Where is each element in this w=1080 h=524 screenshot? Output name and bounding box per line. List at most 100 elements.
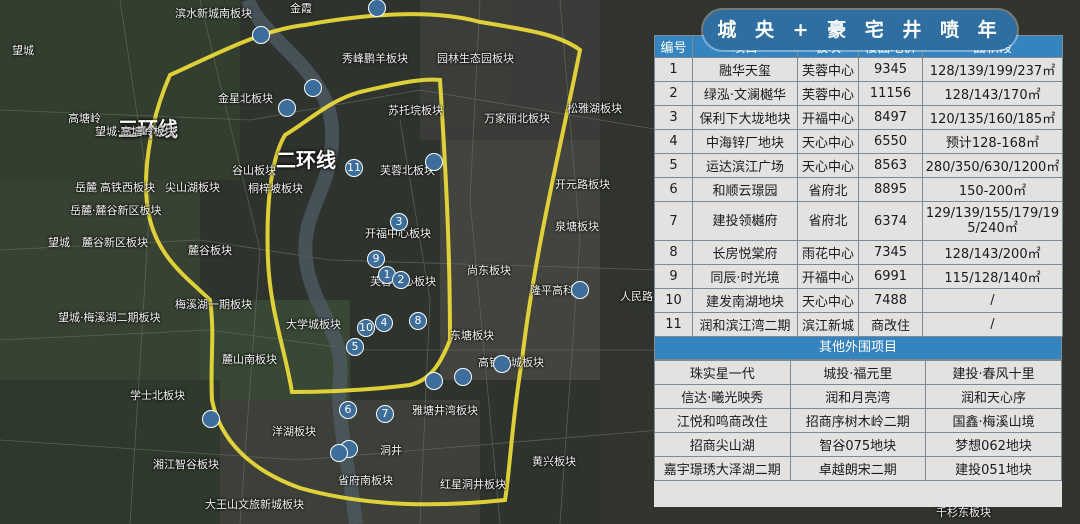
table-cell: 城投·福元里 <box>789 360 927 385</box>
district-label: 松雅湖板块 <box>567 102 622 115</box>
project-marker-3[interactable]: 3 <box>390 213 408 231</box>
district-label: 岳麓·麓谷新区板块 <box>70 204 162 217</box>
table-cell: 5 <box>654 153 693 178</box>
district-label: 泉塘板块 <box>555 220 599 233</box>
table-row: 3 保利下大垅地块 开福中心 8497 120/135/160/185㎡ <box>654 105 1063 130</box>
table-cell: 滨江新城 <box>797 312 859 337</box>
other-projects-header: 其他外围项目 <box>654 337 1062 360</box>
table-cell: 芙蓉中心 <box>797 81 859 106</box>
district-label: 桐梓坡板块 <box>248 182 303 195</box>
table-cell: 运达滨江广场 <box>692 153 798 178</box>
table-cell: 120/135/160/185㎡ <box>922 105 1063 130</box>
district-label: 人民路 <box>620 290 653 303</box>
table-row: 招商尖山湖 智谷075地块 梦想062地块 <box>654 432 1062 457</box>
table-cell: 智谷075地块 <box>789 432 927 457</box>
district-label: 开元路板块 <box>555 178 610 191</box>
table-cell: 6374 <box>858 201 923 241</box>
table-row: 嘉宇璟琇大泽湖二期 卓越朗宋二期 建投051地块 <box>654 456 1062 481</box>
district-label: 麓谷新区板块 <box>82 236 148 249</box>
map-marker[interactable] <box>493 355 511 373</box>
table-cell: 128/143/200㎡ <box>922 240 1063 265</box>
table-cell: 同辰·时光境 <box>692 264 798 289</box>
table-cell: 中海锌厂地块 <box>692 129 798 154</box>
district-label: 望城·高塘岭板块 <box>95 125 176 138</box>
district-label: 高铁新城板块 <box>478 356 544 369</box>
district-label: 苏托垸板块 <box>388 104 443 117</box>
table-cell: 129/139/155/179/195/240㎡ <box>922 201 1063 241</box>
district-label: 大王山文旅新城板块 <box>205 498 304 511</box>
project-marker-5[interactable]: 5 <box>346 338 364 356</box>
table-cell: 4 <box>654 129 693 154</box>
project-marker-2[interactable]: 2 <box>392 271 410 289</box>
project-marker-8[interactable]: 8 <box>409 312 427 330</box>
table-cell: 3 <box>654 105 693 130</box>
table-cell: 128/143/170㎡ <box>922 81 1063 106</box>
district-label: 梅溪湖一期板块 <box>175 298 252 311</box>
table-cell: 128/139/199/237㎡ <box>922 57 1063 82</box>
table-row: 11 润和滨江湾二期 滨江新城 商改住 / <box>654 312 1063 337</box>
table-row: 8 长房悦棠府 雨花中心 7345 128/143/200㎡ <box>654 240 1063 265</box>
table-cell: 预计128-168㎡ <box>922 129 1063 154</box>
project-marker-6[interactable]: 6 <box>339 401 357 419</box>
project-marker-4[interactable]: 4 <box>375 314 393 332</box>
table-cell: 8497 <box>858 105 923 130</box>
table-cell: 11 <box>654 312 693 337</box>
table-cell: 招商序树木岭二期 <box>789 408 927 433</box>
table-cell: 建投·春风十里 <box>925 360 1062 385</box>
map-marker[interactable] <box>425 372 443 390</box>
project-marker-7[interactable]: 7 <box>376 405 394 423</box>
table-row: 6 和顺云璟园 省府北 8895 150-200㎡ <box>654 177 1063 202</box>
table-row: 1 融华天玺 芙蓉中心 9345 128/139/199/237㎡ <box>654 57 1063 82</box>
table-row: 10 建发南湖地块 天心中心 7488 / <box>654 288 1063 313</box>
table-cell: 7 <box>654 201 693 241</box>
table-cell: 梦想062地块 <box>925 432 1062 457</box>
table-cell: 280/350/630/1200㎡ <box>922 153 1063 178</box>
table-row: 9 同辰·时光境 开福中心 6991 115/128/140㎡ <box>654 264 1063 289</box>
map-marker[interactable] <box>304 79 322 97</box>
map-marker[interactable] <box>571 281 589 299</box>
table-cell: 8 <box>654 240 693 265</box>
district-label: 高铁西板块 <box>100 181 155 194</box>
project-marker-9[interactable]: 9 <box>367 250 385 268</box>
map-marker[interactable] <box>330 444 348 462</box>
table-cell: 融华天玺 <box>692 57 798 82</box>
district-label: 学士北板块 <box>130 389 185 402</box>
column-header: 编号 <box>654 35 693 58</box>
project-marker-10[interactable]: 10 <box>357 319 375 337</box>
table-cell: 珠实星一代 <box>654 360 791 385</box>
map-marker[interactable] <box>202 410 220 428</box>
table-cell: 7345 <box>858 240 923 265</box>
map-marker[interactable] <box>425 153 443 171</box>
table-cell: 7488 <box>858 288 923 313</box>
table-cell: 商改住 <box>858 312 923 337</box>
table-cell: 11156 <box>858 81 923 106</box>
table-cell: 1 <box>654 57 693 82</box>
table-cell: 建投领樾府 <box>692 201 798 241</box>
map-marker[interactable] <box>454 368 472 386</box>
district-label: 黄兴板块 <box>532 455 576 468</box>
district-label: 望城 <box>12 44 34 57</box>
district-label: 金霞 <box>290 2 312 15</box>
table-cell: 和顺云璟园 <box>692 177 798 202</box>
district-label: 岳麓 <box>75 181 97 194</box>
table-cell: 6550 <box>858 129 923 154</box>
table-cell: 建发南湖地块 <box>692 288 798 313</box>
table-cell: 150-200㎡ <box>922 177 1063 202</box>
table-cell: / <box>922 288 1063 313</box>
district-label: 洞井 <box>380 444 402 457</box>
table-row: 信达·曦光映秀 润和月亮湾 润和天心序 <box>654 384 1062 409</box>
page-title: 城 央 + 豪 宅 井 喷 年 <box>703 10 1017 50</box>
other-projects-table: 珠实星一代 城投·福元里 建投·春风十里 信达·曦光映秀 润和月亮湾 润和天心序… <box>654 360 1062 481</box>
map-marker[interactable] <box>252 26 270 44</box>
table-cell: 天心中心 <box>797 153 859 178</box>
table-cell: 开福中心 <box>797 264 859 289</box>
map-marker[interactable] <box>278 99 296 117</box>
table-row: 7 建投领樾府 省府北 6374 129/139/155/179/195/240… <box>654 201 1063 241</box>
table-cell: 天心中心 <box>797 129 859 154</box>
table-cell: 开福中心 <box>797 105 859 130</box>
table-cell: 2 <box>654 81 693 106</box>
table-cell: 8895 <box>858 177 923 202</box>
project-marker-11[interactable]: 11 <box>345 159 363 177</box>
district-label: 大学城板块 <box>286 318 341 331</box>
table-row: 珠实星一代 城投·福元里 建投·春风十里 <box>654 360 1062 385</box>
